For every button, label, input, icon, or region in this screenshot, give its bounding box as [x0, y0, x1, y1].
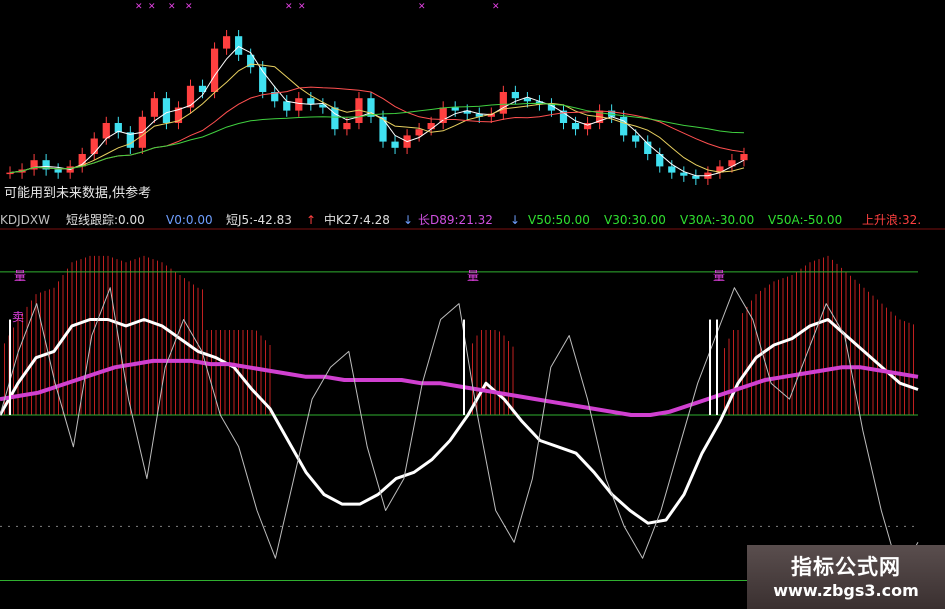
candle-body-0	[6, 172, 14, 175]
candle-body-52	[632, 135, 640, 142]
candle-body-55	[668, 166, 676, 173]
j5-value: 短J5:-42.83	[226, 213, 292, 227]
candle-body-4	[54, 169, 62, 173]
d89-arrow-icon: ↓	[510, 213, 521, 227]
indicator-header: KDJDXW 短线跟踪:0.00 V0:0.00 短J5:-42.83 ↑ 中K…	[0, 211, 945, 229]
candle-body-25	[307, 98, 315, 105]
candle-body-37	[451, 107, 459, 111]
buy-marker-3: 量	[713, 269, 726, 283]
mask-box	[205, 280, 740, 330]
buy-marker-2: 量	[467, 269, 480, 283]
top-marker-4: ✕	[285, 2, 293, 12]
candle-body-7	[90, 138, 98, 154]
k27-value: 中K27:4.28	[324, 213, 390, 227]
top-marker-5: ✕	[298, 2, 306, 12]
short-track-value: 短线跟踪:0.00	[66, 213, 145, 227]
candle-body-28	[343, 123, 351, 130]
candle-body-18	[222, 36, 231, 49]
d89-value: 长D89:21.32	[418, 213, 493, 227]
watermark-title: 指标公式网	[791, 555, 901, 579]
top-marker-0: ✕	[135, 2, 143, 12]
v30a-value: V30A:-30.00	[680, 213, 755, 227]
watermark: 指标公式网 www.zbgs3.com	[747, 545, 945, 609]
candle-body-24	[295, 98, 303, 111]
v50a-value: V50A:-50.00	[768, 213, 843, 227]
candle-body-56	[680, 172, 688, 176]
candle-body-19	[235, 36, 243, 55]
candle-body-34	[415, 129, 423, 136]
indicator-line-1	[0, 358, 919, 417]
candle-body-43	[523, 98, 532, 102]
top-marker-7: ✕	[492, 2, 500, 12]
future-data-note: 可能用到未来数据,供参考	[4, 186, 152, 201]
candle-body-12	[150, 98, 159, 117]
top-marker-3: ✕	[185, 2, 193, 12]
v30-value: V30:30.00	[604, 213, 666, 227]
candle-body-27	[331, 107, 339, 130]
candle-body-13	[162, 98, 171, 123]
watermark-url: www.zbgs3.com	[773, 581, 919, 600]
buy-marker-1: 量	[14, 269, 27, 283]
indicator-line-2	[0, 287, 919, 575]
v50-value: V50:50.00	[528, 213, 590, 227]
candle-body-32	[391, 141, 399, 148]
candle-body-36	[439, 107, 447, 123]
candle-body-8	[102, 123, 110, 139]
sell-marker: 卖	[12, 310, 25, 324]
top-marker-6: ✕	[418, 2, 426, 12]
indicator-line-0	[0, 318, 919, 525]
candle-body-17	[210, 48, 219, 92]
top-marker-1: ✕	[148, 2, 156, 12]
candle-body-23	[283, 101, 291, 111]
j5-arrow-icon: ↑	[306, 213, 317, 227]
candle-body-42	[511, 92, 519, 99]
candle-body-61	[740, 154, 748, 161]
candle-body-35	[427, 123, 435, 130]
rising-wave-value: 上升浪:32.	[862, 213, 922, 227]
k27-arrow-icon: ↓	[403, 213, 414, 227]
candle-body-15	[186, 85, 195, 108]
chart-canvas: ✕ ✕ ✕ ✕ ✕ ✕ ✕ ✕	[0, 0, 945, 581]
chart-window: { "header": { "indicator": "KDJDXW", "sh…	[0, 0, 945, 609]
top-marker-2: ✕	[168, 2, 176, 12]
indicator-name: KDJDXW	[0, 213, 50, 227]
candle-body-47	[571, 123, 580, 130]
v0-value: V0:0.00	[166, 213, 213, 227]
